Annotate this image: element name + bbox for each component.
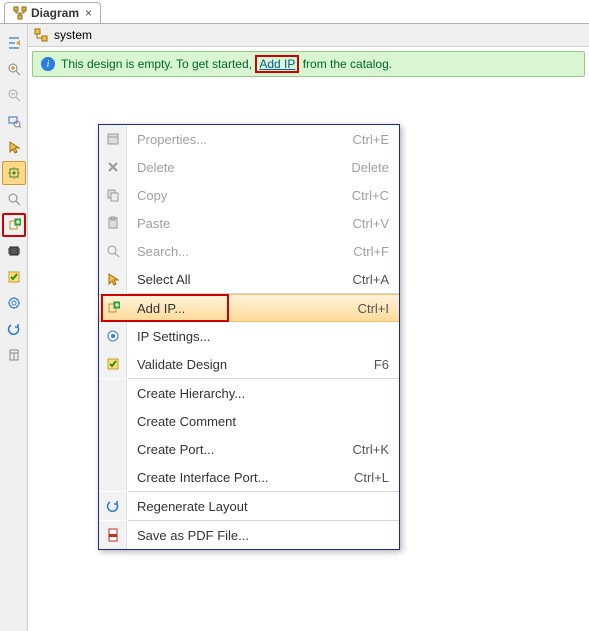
zoom-fit-button[interactable]: [2, 109, 26, 133]
tab-diagram[interactable]: Diagram ×: [4, 2, 101, 23]
info-text-before: This design is empty. To get started,: [61, 57, 255, 71]
menu-item-shortcut: Ctrl+A: [353, 272, 399, 287]
tab-close-icon[interactable]: ×: [85, 6, 92, 20]
menu-item-search: Search...Ctrl+F: [99, 237, 399, 265]
blank-icon: [99, 379, 127, 407]
menu-item-delete: DeleteDelete: [99, 153, 399, 181]
diagram-icon: [13, 6, 27, 20]
menu-item-label: Select All: [127, 272, 353, 287]
copy-icon: [99, 181, 127, 209]
menu-item-shortcut: Delete: [351, 160, 399, 175]
info-text-after: from the catalog.: [299, 57, 392, 71]
zoom-in-button[interactable]: [2, 57, 26, 81]
search-button[interactable]: [2, 187, 26, 211]
menu-item-properties: Properties...Ctrl+E: [99, 125, 399, 153]
design-name: system: [54, 28, 92, 42]
zoom-out-button[interactable]: [2, 83, 26, 107]
validate-icon: [99, 350, 127, 378]
menu-item-create-hierarchy[interactable]: Create Hierarchy...: [99, 379, 399, 407]
regenerate-icon: [99, 492, 127, 520]
menu-item-label: Regenerate Layout: [127, 499, 389, 514]
menu-item-shortcut: Ctrl+V: [353, 216, 399, 231]
validate-button[interactable]: [2, 265, 26, 289]
menu-item-label: Delete: [127, 160, 351, 175]
auto-layout-button[interactable]: [2, 161, 26, 185]
menu-item-label: Validate Design: [127, 357, 374, 372]
work-area: system i This design is empty. To get st…: [0, 24, 589, 631]
menu-item-validate-design[interactable]: Validate DesignF6: [99, 350, 399, 378]
canvas[interactable]: system i This design is empty. To get st…: [28, 24, 589, 631]
ip-packager-button[interactable]: [2, 239, 26, 263]
pdf-icon: [99, 521, 127, 549]
menu-item-shortcut: Ctrl+F: [353, 244, 399, 259]
menu-item-shortcut: Ctrl+I: [358, 301, 399, 316]
settings-button[interactable]: [2, 291, 26, 315]
properties-icon: [99, 125, 127, 153]
tab-title: Diagram: [31, 6, 79, 20]
info-bar: i This design is empty. To get started, …: [32, 51, 585, 77]
menu-item-paste: PasteCtrl+V: [99, 209, 399, 237]
menu-item-shortcut: F6: [374, 357, 399, 372]
menu-item-regenerate-layout[interactable]: Regenerate Layout: [99, 492, 399, 520]
menu-item-label: Add IP...: [127, 301, 358, 316]
menu-item-shortcut: Ctrl+L: [354, 470, 399, 485]
toggle-view-button[interactable]: [2, 343, 26, 367]
context-menu: Properties...Ctrl+EDeleteDeleteCopyCtrl+…: [98, 124, 400, 550]
design-header: system: [28, 24, 589, 47]
menu-item-label: Search...: [127, 244, 353, 259]
menu-item-shortcut: Ctrl+C: [352, 188, 399, 203]
select-all-icon: [99, 265, 127, 293]
menu-item-create-comment[interactable]: Create Comment: [99, 407, 399, 435]
regenerate-button[interactable]: [2, 317, 26, 341]
menu-item-shortcut: Ctrl+E: [353, 132, 399, 147]
menu-item-label: IP Settings...: [127, 329, 389, 344]
select-button[interactable]: [2, 135, 26, 159]
collapse-panel-button[interactable]: [2, 31, 26, 55]
blank-icon: [99, 435, 127, 463]
menu-item-ip-settings[interactable]: IP Settings...: [99, 322, 399, 350]
menu-item-label: Create Hierarchy...: [127, 386, 389, 401]
tab-strip: Diagram ×: [0, 0, 589, 24]
blank-icon: [99, 463, 127, 491]
menu-item-label: Properties...: [127, 132, 353, 147]
blank-icon: [99, 407, 127, 435]
hierarchy-icon: [34, 28, 48, 42]
delete-icon: [99, 153, 127, 181]
menu-item-label: Copy: [127, 188, 352, 203]
menu-item-create-interface-port[interactable]: Create Interface Port...Ctrl+L: [99, 463, 399, 491]
add-ip-icon: [99, 295, 127, 321]
menu-item-shortcut: Ctrl+K: [353, 442, 399, 457]
add-ip-link[interactable]: Add IP: [259, 57, 295, 71]
side-toolbar: [0, 24, 28, 631]
menu-item-add-ip[interactable]: Add IP...Ctrl+I: [99, 294, 399, 322]
menu-item-label: Create Comment: [127, 414, 389, 429]
search-icon: [99, 237, 127, 265]
ip-settings-icon: [99, 322, 127, 350]
menu-item-label: Paste: [127, 216, 353, 231]
menu-item-label: Create Port...: [127, 442, 353, 457]
menu-item-select-all[interactable]: Select AllCtrl+A: [99, 265, 399, 293]
info-text: This design is empty. To get started, Ad…: [61, 57, 392, 71]
menu-item-create-port[interactable]: Create Port...Ctrl+K: [99, 435, 399, 463]
info-icon: i: [41, 57, 55, 71]
menu-item-save-as-pdf-file[interactable]: Save as PDF File...: [99, 521, 399, 549]
menu-item-label: Save as PDF File...: [127, 528, 389, 543]
paste-icon: [99, 209, 127, 237]
menu-item-label: Create Interface Port...: [127, 470, 354, 485]
menu-item-copy: CopyCtrl+C: [99, 181, 399, 209]
add-ip-button[interactable]: [2, 213, 26, 237]
